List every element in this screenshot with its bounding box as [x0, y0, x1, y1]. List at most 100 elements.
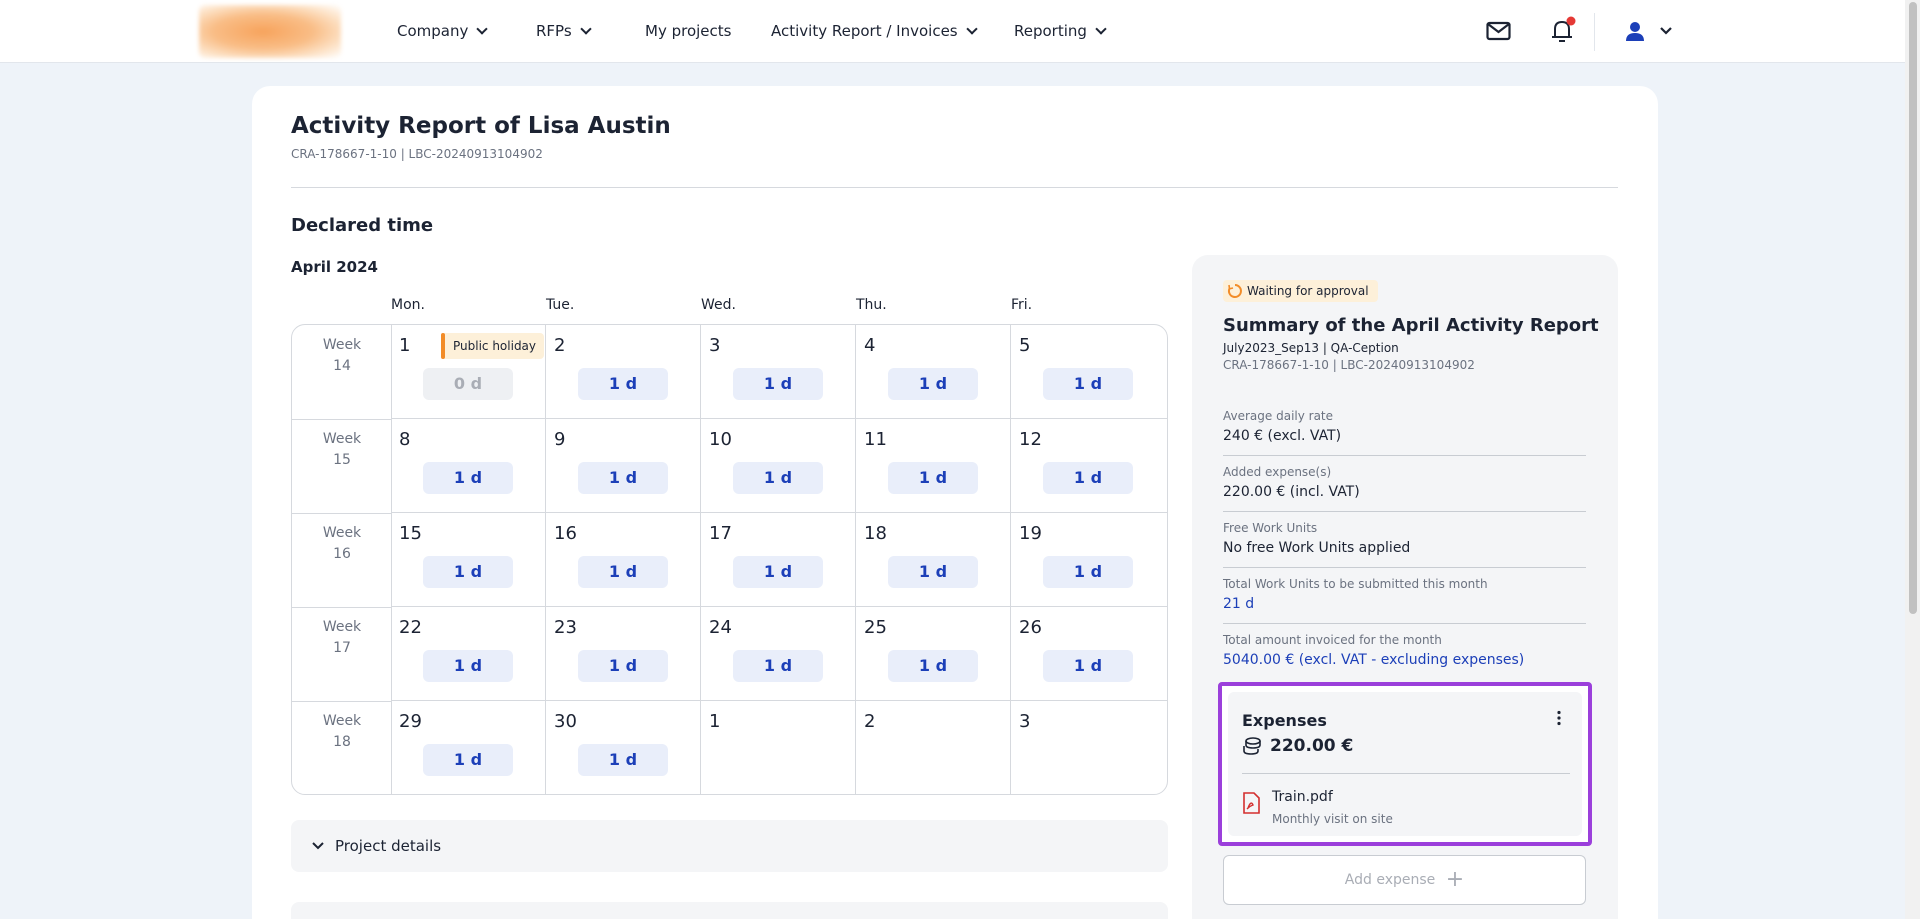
page-title: Activity Report of Lisa Austin	[291, 113, 671, 139]
week-number: 15	[333, 452, 351, 468]
calendar-day-cell[interactable]: 30 1 d	[546, 701, 701, 794]
day-number: 12	[1019, 429, 1042, 450]
day-value-pill[interactable]: 1 d	[423, 556, 513, 588]
day-value-pill[interactable]: 1 d	[1043, 368, 1133, 400]
pending-icon	[1227, 284, 1242, 298]
calendar-day-cell[interactable]: 11 1 d	[856, 419, 1011, 513]
calendar-day-cell[interactable]: 10 1 d	[701, 419, 856, 513]
summary-separator	[1223, 623, 1586, 624]
nav-company[interactable]: Company	[397, 22, 489, 40]
field-label-free-work-units: Free Work Units	[1223, 521, 1318, 535]
calendar-day-cell[interactable]: 22 1 d	[391, 607, 546, 701]
nav-rfps[interactable]: RFPs	[536, 22, 592, 40]
week-label: Week 14	[292, 335, 392, 377]
calendar-day-cell[interactable]: 16 1 d	[546, 513, 701, 607]
day-value-pill[interactable]: 1 d	[888, 650, 978, 682]
user-menu[interactable]	[1622, 16, 1674, 50]
day-value-pill[interactable]: 1 d	[888, 368, 978, 400]
day-value-pill[interactable]: 1 d	[733, 368, 823, 400]
calendar-day-cell[interactable]: 3 1 d	[701, 325, 856, 419]
add-expense-button[interactable]: Add expense +	[1223, 855, 1586, 905]
day-value-pill[interactable]: 1 d	[733, 462, 823, 494]
day-value-pill[interactable]: 1 d	[733, 556, 823, 588]
day-value-pill[interactable]: 1 d	[733, 650, 823, 682]
calendar-day-cell[interactable]: 25 1 d	[856, 607, 1011, 701]
collapsible-section-2[interactable]	[291, 902, 1168, 919]
calendar-day-cell[interactable]: 1 Public holiday 0 d	[391, 325, 546, 419]
calendar-day-cell[interactable]: 24 1 d	[701, 607, 856, 701]
calendar-day-cell[interactable]: 2	[856, 701, 1011, 794]
day-value-pill[interactable]: 1 d	[423, 462, 513, 494]
user-icon	[1626, 22, 1644, 41]
day-value-pill[interactable]: 0 d	[423, 368, 513, 400]
calendar-day-cell[interactable]: 8 1 d	[391, 419, 546, 513]
calendar-day-cell[interactable]: 9 1 d	[546, 419, 701, 513]
summary-separator	[1223, 511, 1586, 512]
week-label: Week 15	[292, 429, 392, 471]
field-label-daily-rate: Average daily rate	[1223, 409, 1334, 423]
project-details-toggle[interactable]: Project details	[291, 820, 1168, 872]
field-label-total-amount: Total amount invoiced for the month	[1223, 633, 1442, 647]
calendar-day-cell[interactable]: 5 1 d	[1011, 325, 1167, 419]
field-value-total-work-units: 21 d	[1223, 596, 1255, 612]
bell-icon[interactable]	[1549, 16, 1577, 50]
week-word: Week	[322, 337, 362, 353]
calendar-day-cell[interactable]: 3	[1011, 701, 1167, 794]
week-column: Week 14 Week 15 Week 16 Week 17 Week 18	[292, 325, 392, 794]
week-number: 14	[333, 358, 351, 374]
day-value-pill[interactable]: 1 d	[888, 556, 978, 588]
calendar-day-cell[interactable]: 18 1 d	[856, 513, 1011, 607]
calendar-day-cell[interactable]: 26 1 d	[1011, 607, 1167, 701]
calendar-day-cell[interactable]: 4 1 d	[856, 325, 1011, 419]
day-value-pill[interactable]: 1 d	[888, 462, 978, 494]
mail-icon[interactable]	[1486, 16, 1511, 50]
nav-reporting[interactable]: Reporting	[1014, 22, 1107, 40]
day-number: 16	[554, 523, 577, 544]
company-logo[interactable]	[199, 5, 341, 58]
day-value-pill[interactable]: 1 d	[423, 744, 513, 776]
day-value-pill[interactable]: 1 d	[578, 462, 668, 494]
day-value-pill[interactable]: 1 d	[1043, 556, 1133, 588]
day-value-pill[interactable]: 1 d	[578, 556, 668, 588]
day-value-pill[interactable]: 1 d	[423, 650, 513, 682]
week-word: Week	[322, 619, 362, 635]
page-subtitle: CRA-178667-1-10 | LBC-20240913104902	[291, 147, 543, 161]
week-number: 16	[333, 546, 351, 562]
day-value-pill[interactable]: 1 d	[578, 744, 668, 776]
coins-icon	[1242, 736, 1262, 760]
day-number: 3	[1019, 711, 1031, 732]
expense-file-name[interactable]: Train.pdf	[1272, 789, 1333, 805]
day-value-pill[interactable]: 1 d	[1043, 462, 1133, 494]
chevron-down-icon	[1095, 22, 1107, 35]
calendar-day-cell[interactable]: 2 1 d	[546, 325, 701, 419]
day-header-mon: Mon.	[391, 297, 425, 313]
page-scrollbar[interactable]	[1905, 0, 1920, 919]
day-header-tue: Tue.	[546, 297, 575, 313]
calendar-day-cell[interactable]: 15 1 d	[391, 513, 546, 607]
day-number: 4	[864, 335, 876, 356]
calendar-day-cell[interactable]: 1	[701, 701, 856, 794]
day-value-pill[interactable]: 1 d	[1043, 650, 1133, 682]
calendar-day-cell[interactable]: 17 1 d	[701, 513, 856, 607]
calendar-day-cell[interactable]: 23 1 d	[546, 607, 701, 701]
more-options-icon[interactable]	[1556, 710, 1562, 730]
field-label-added-expenses: Added expense(s)	[1223, 465, 1332, 479]
expenses-amount: 220.00 €	[1270, 736, 1354, 756]
nav-activity-report[interactable]: Activity Report / Invoices	[771, 22, 978, 40]
nav-reporting-label: Reporting	[1014, 22, 1087, 40]
calendar-day-cell[interactable]: 12 1 d	[1011, 419, 1167, 513]
week-label: Week 16	[292, 523, 392, 565]
day-number: 24	[709, 617, 732, 638]
calendar-day-cell[interactable]: 29 1 d	[391, 701, 546, 794]
public-holiday-badge: Public holiday	[441, 333, 545, 359]
nav-my-projects[interactable]: My projects	[645, 22, 731, 40]
expenses-divider	[1242, 773, 1570, 774]
nav-activity-report-label: Activity Report / Invoices	[771, 22, 958, 40]
day-number: 2	[864, 711, 876, 732]
title-divider	[291, 187, 1618, 188]
day-number: 19	[1019, 523, 1042, 544]
day-value-pill[interactable]: 1 d	[578, 650, 668, 682]
calendar-day-cell[interactable]: 19 1 d	[1011, 513, 1167, 607]
day-header-wed: Wed.	[701, 297, 736, 313]
day-value-pill[interactable]: 1 d	[578, 368, 668, 400]
